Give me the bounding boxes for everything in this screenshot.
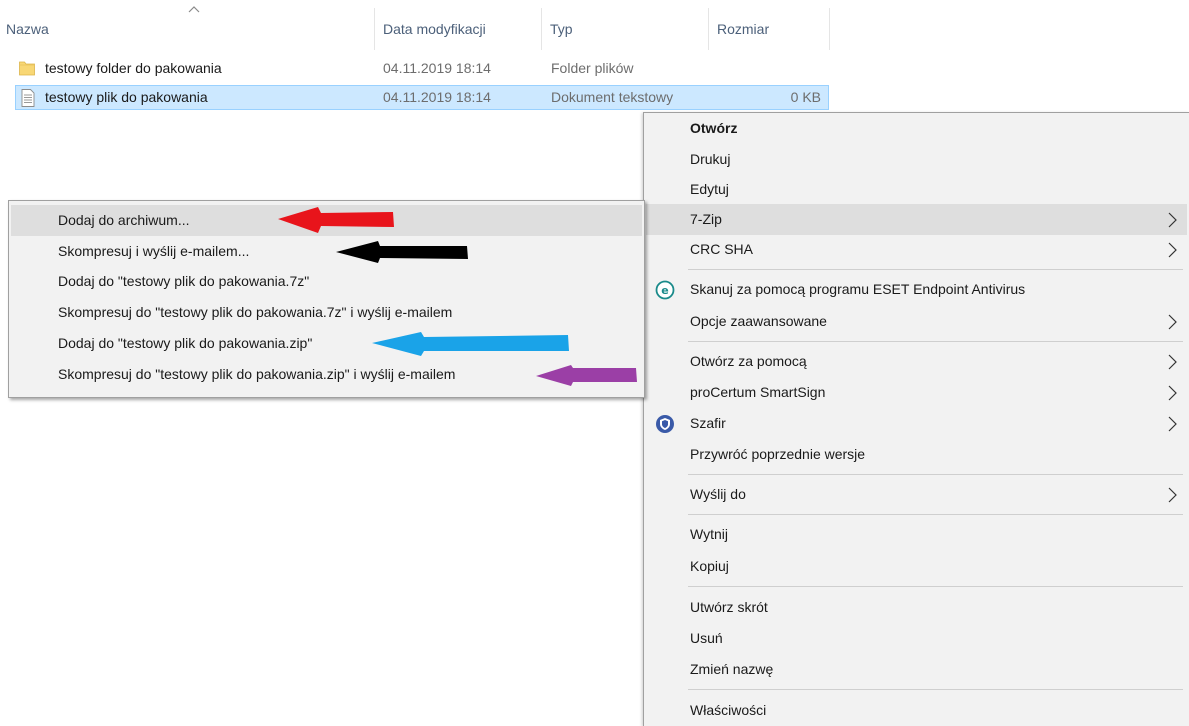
file-row-selected[interactable]: testowy plik do pakowania 04.11.2019 18:… — [15, 85, 829, 110]
menu-separator — [688, 474, 1183, 475]
menu-item-properties[interactable]: Właściwości — [646, 695, 1187, 726]
text-file-icon — [21, 89, 35, 107]
column-header: Nazwa Data modyfikacji Typ Rozmiar — [0, 0, 830, 58]
menu-separator — [688, 341, 1183, 342]
file-modified: 04.11.2019 18:14 — [383, 89, 491, 105]
submenu-item-compress-and-email[interactable]: Skompresuj i wyślij e-mailem... — [11, 236, 642, 267]
menu-item-create-shortcut[interactable]: Utwórz skrót — [646, 592, 1187, 623]
menu-item-open-with[interactable]: Otwórz za pomocą — [646, 346, 1187, 377]
file-modified: 04.11.2019 18:14 — [383, 60, 491, 76]
chevron-right-icon — [1168, 212, 1177, 228]
chevron-right-icon — [1168, 416, 1177, 432]
svg-text:e: e — [661, 284, 668, 297]
chevron-right-icon — [1168, 487, 1177, 503]
menu-item-crc-sha[interactable]: CRC SHA — [646, 234, 1187, 265]
column-divider[interactable] — [541, 8, 542, 50]
menu-item-szafir[interactable]: Szafir — [646, 408, 1187, 439]
szafir-shield-icon — [656, 415, 674, 433]
menu-item-cut[interactable]: Wytnij — [646, 519, 1187, 550]
file-name: testowy folder do pakowania — [45, 60, 222, 76]
eset-icon: e — [655, 280, 675, 300]
file-type: Dokument tekstowy — [551, 89, 674, 105]
menu-item-delete[interactable]: Usuń — [646, 623, 1187, 654]
column-name[interactable]: Nazwa — [0, 0, 374, 56]
chevron-right-icon — [1168, 314, 1177, 330]
column-divider[interactable] — [708, 8, 709, 50]
column-divider[interactable] — [374, 8, 375, 50]
menu-item-open[interactable]: Otwórz — [646, 113, 1187, 144]
menu-item-copy[interactable]: Kopiuj — [646, 551, 1187, 582]
submenu-item-compress-7z-and-email[interactable]: Skompresuj do "testowy plik do pakowania… — [11, 297, 642, 328]
submenu-item-add-to-zip[interactable]: Dodaj do "testowy plik do pakowania.zip" — [11, 328, 642, 359]
file-name: testowy plik do pakowania — [45, 89, 208, 105]
menu-separator — [688, 269, 1183, 270]
menu-separator — [688, 586, 1183, 587]
menu-item-rename[interactable]: Zmień nazwę — [646, 654, 1187, 685]
context-menu: Otwórz Drukuj Edytuj 7-Zip CRC SHA e Ska… — [643, 112, 1189, 726]
menu-item-edit[interactable]: Edytuj — [646, 174, 1187, 205]
menu-item-7zip[interactable]: 7-Zip — [646, 204, 1187, 235]
column-type[interactable]: Typ — [544, 0, 707, 56]
menu-item-advanced-options[interactable]: Opcje zaawansowane — [646, 306, 1187, 337]
menu-item-print[interactable]: Drukuj — [646, 144, 1187, 175]
submenu-item-add-to-7z[interactable]: Dodaj do "testowy plik do pakowania.7z" — [11, 266, 642, 297]
column-size[interactable]: Rozmiar — [711, 0, 829, 56]
column-modified[interactable]: Data modyfikacji — [377, 0, 540, 56]
folder-icon — [19, 61, 35, 76]
chevron-right-icon — [1168, 354, 1177, 370]
file-size: 0 KB — [790, 89, 821, 105]
chevron-right-icon — [1168, 385, 1177, 401]
chevron-right-icon — [1168, 242, 1177, 258]
file-type: Folder plików — [551, 60, 634, 76]
menu-item-send-to[interactable]: Wyślij do — [646, 479, 1187, 510]
menu-item-restore-previous-versions[interactable]: Przywróć poprzednie wersje — [646, 439, 1187, 470]
column-divider[interactable] — [829, 8, 830, 50]
menu-separator — [688, 514, 1183, 515]
file-row[interactable]: testowy folder do pakowania 04.11.2019 1… — [15, 56, 829, 81]
menu-item-procertum-smartsign[interactable]: proCertum SmartSign — [646, 377, 1187, 408]
menu-item-eset-scan[interactable]: e Skanuj za pomocą programu ESET Endpoin… — [646, 274, 1187, 305]
submenu-item-add-to-archive[interactable]: Dodaj do archiwum... — [11, 205, 642, 236]
7zip-submenu: Dodaj do archiwum... Skompresuj i wyślij… — [8, 200, 645, 398]
menu-separator — [688, 689, 1183, 690]
submenu-item-compress-zip-and-email[interactable]: Skompresuj do "testowy plik do pakowania… — [11, 359, 642, 390]
